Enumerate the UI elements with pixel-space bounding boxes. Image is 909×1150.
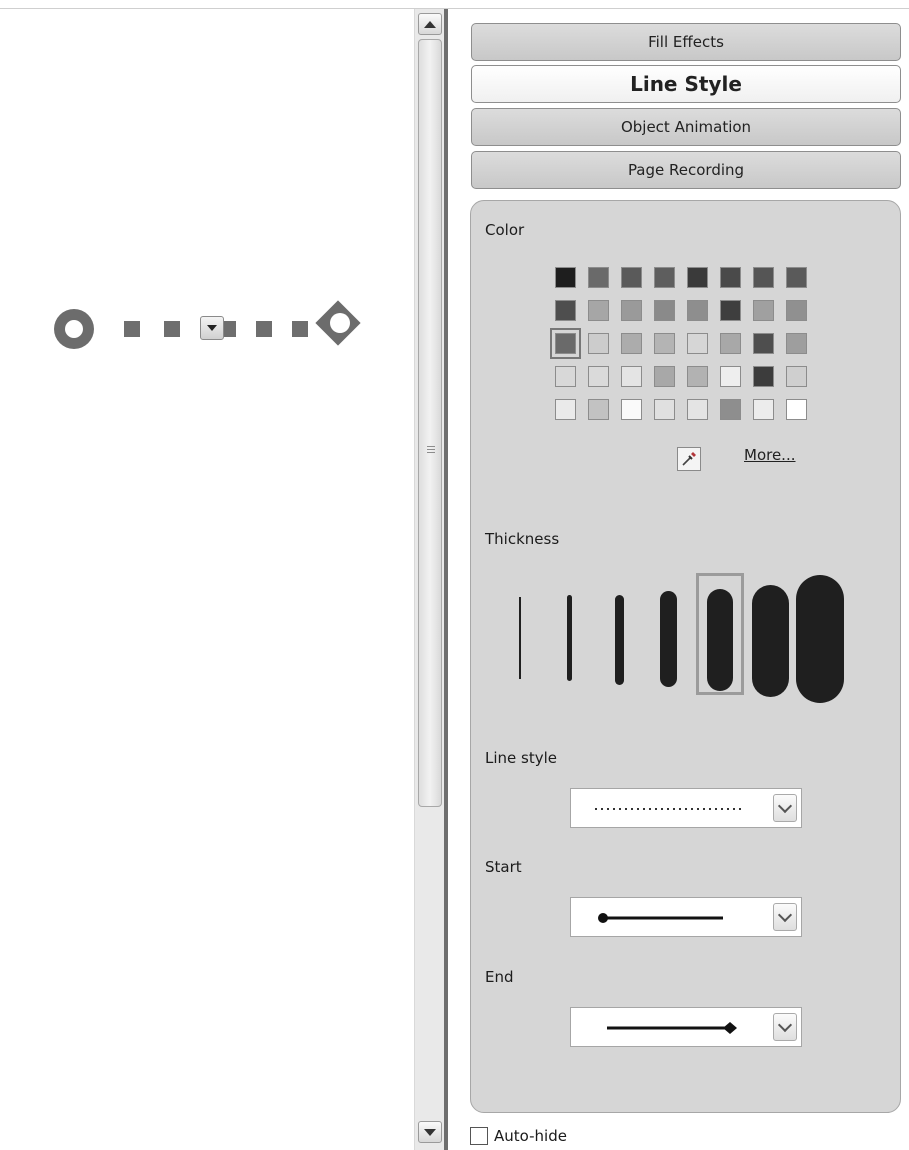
color-swatch[interactable] <box>654 399 675 420</box>
scroll-down-button[interactable] <box>418 1121 442 1143</box>
color-swatch[interactable] <box>621 267 642 288</box>
auto-hide-checkbox[interactable] <box>470 1127 488 1145</box>
canvas-vertical-scrollbar[interactable] <box>414 9 444 1150</box>
color-swatch[interactable] <box>555 267 576 288</box>
selected-line-object[interactable] <box>50 297 370 361</box>
thickness-option-7[interactable] <box>796 575 844 703</box>
end-cap-dropdown[interactable] <box>570 1007 802 1047</box>
color-swatch[interactable] <box>753 300 774 321</box>
color-swatch[interactable] <box>786 300 807 321</box>
line-dash <box>124 321 140 337</box>
thickness-option-1[interactable] <box>519 597 521 679</box>
line-style-dropdown-button[interactable] <box>773 794 797 822</box>
line-dash <box>164 321 180 337</box>
tab-object-animation[interactable]: Object Animation <box>471 108 901 146</box>
end-label: End <box>485 968 514 986</box>
color-swatch[interactable] <box>621 399 642 420</box>
thickness-label: Thickness <box>485 530 560 548</box>
color-swatch[interactable] <box>588 300 609 321</box>
color-swatch[interactable] <box>687 267 708 288</box>
color-swatch[interactable] <box>588 399 609 420</box>
color-swatch[interactable] <box>654 300 675 321</box>
grip-icon <box>427 446 435 455</box>
tab-fill-effects[interactable]: Fill Effects <box>471 23 901 61</box>
eyedropper-icon <box>682 452 696 466</box>
thickness-options <box>471 561 902 711</box>
start-label: Start <box>485 858 522 876</box>
object-menu-button[interactable] <box>200 316 224 340</box>
more-colors-link[interactable]: More... <box>744 446 796 464</box>
thickness-option-5[interactable] <box>707 589 733 691</box>
color-swatch[interactable] <box>720 267 741 288</box>
color-swatch[interactable] <box>588 366 609 387</box>
color-swatch[interactable] <box>786 267 807 288</box>
splitter-gap <box>448 9 458 1150</box>
color-swatch[interactable] <box>753 267 774 288</box>
color-swatch[interactable] <box>588 333 609 354</box>
chevron-down-icon <box>207 325 217 331</box>
scrollbar-thumb[interactable] <box>418 39 442 807</box>
color-swatch[interactable] <box>687 300 708 321</box>
color-swatch[interactable] <box>720 366 741 387</box>
color-palette <box>550 267 807 420</box>
color-swatch[interactable] <box>588 267 609 288</box>
color-swatch[interactable] <box>550 328 581 359</box>
thickness-option-3[interactable] <box>615 595 624 685</box>
line-dash <box>292 321 308 337</box>
color-swatch[interactable] <box>786 399 807 420</box>
eyedropper-button[interactable] <box>677 447 701 471</box>
chevron-down-icon <box>777 907 793 923</box>
line-style-dropdown[interactable] <box>570 788 802 828</box>
color-swatch[interactable] <box>621 366 642 387</box>
color-swatch[interactable] <box>720 399 741 420</box>
line-end-diamond-hole <box>330 313 350 333</box>
properties-sidebar: Fill Effects Line Style Object Animation… <box>458 9 909 1150</box>
auto-hide-label: Auto-hide <box>494 1127 567 1145</box>
color-swatch[interactable] <box>687 366 708 387</box>
end-cap-preview <box>607 1022 737 1034</box>
thickness-option-6[interactable] <box>752 585 789 697</box>
start-cap-dropdown[interactable] <box>570 897 802 937</box>
arrow-up-icon <box>424 20 436 28</box>
color-swatch[interactable] <box>720 333 741 354</box>
top-border <box>0 0 909 9</box>
chevron-down-icon <box>777 798 793 814</box>
chevron-down-icon <box>777 1017 793 1033</box>
line-start-circle-cap <box>54 309 94 349</box>
tab-line-style[interactable]: Line Style <box>471 65 901 103</box>
auto-hide-option[interactable]: Auto-hide <box>470 1127 567 1145</box>
color-swatch[interactable] <box>555 399 576 420</box>
color-swatch[interactable] <box>654 366 675 387</box>
color-swatch[interactable] <box>753 333 774 354</box>
color-swatch[interactable] <box>555 366 576 387</box>
dotted-line-preview <box>595 808 741 810</box>
thickness-option-4[interactable] <box>660 591 677 687</box>
line-dash <box>256 321 272 337</box>
color-swatch[interactable] <box>555 300 576 321</box>
line-style-properties: Color More... Thickness Line style Start… <box>470 200 901 1113</box>
end-cap-dropdown-button[interactable] <box>773 1013 797 1041</box>
color-swatch[interactable] <box>753 366 774 387</box>
color-swatch[interactable] <box>786 366 807 387</box>
color-swatch[interactable] <box>687 333 708 354</box>
scroll-up-button[interactable] <box>418 13 442 35</box>
color-swatch[interactable] <box>621 333 642 354</box>
line-style-label: Line style <box>485 749 557 767</box>
color-label: Color <box>485 221 525 239</box>
arrow-down-icon <box>424 1128 436 1136</box>
color-swatch[interactable] <box>753 399 774 420</box>
start-cap-dropdown-button[interactable] <box>773 903 797 931</box>
color-swatch[interactable] <box>654 333 675 354</box>
whiteboard-canvas[interactable] <box>0 9 414 1150</box>
color-swatch[interactable] <box>720 300 741 321</box>
color-swatch[interactable] <box>687 399 708 420</box>
color-swatch[interactable] <box>786 333 807 354</box>
start-cap-preview <box>598 913 723 923</box>
color-swatch[interactable] <box>654 267 675 288</box>
tab-page-recording[interactable]: Page Recording <box>471 151 901 189</box>
color-swatch[interactable] <box>621 300 642 321</box>
thickness-option-2[interactable] <box>567 595 572 681</box>
